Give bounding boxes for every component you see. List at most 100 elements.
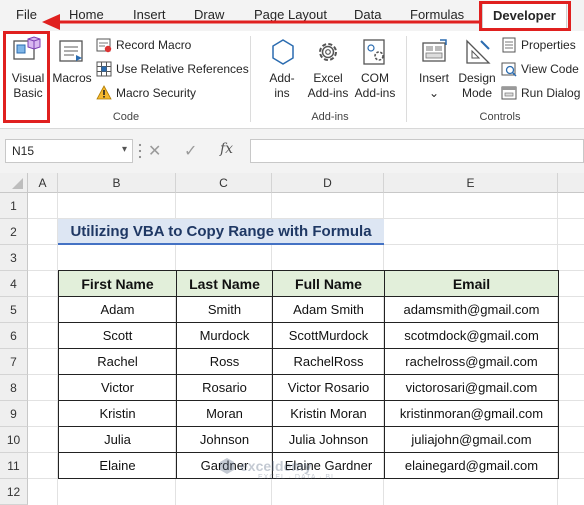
row-header-1[interactable]: 1 <box>0 193 28 219</box>
insert-control-label: Insert <box>418 71 449 85</box>
cell-first-name[interactable]: Victor <box>58 374 177 401</box>
data-table: First Name Last Name Full Name Email Ada… <box>58 270 559 479</box>
excel-addins-button[interactable]: Excel Add-ins <box>303 71 353 101</box>
cell-last-name[interactable]: Murdock <box>176 322 273 349</box>
cell-full-name[interactable]: Adam Smith <box>272 296 385 323</box>
properties-button[interactable]: Properties <box>501 34 576 56</box>
select-all-icon <box>12 178 23 189</box>
use-relative-references-label: Use Relative References <box>116 62 249 76</box>
cell-full-name[interactable]: Kristin Moran <box>272 400 385 427</box>
cell-email[interactable]: kristinmoran@gmail.com <box>384 400 559 427</box>
row-header-4[interactable]: 4 <box>0 271 28 297</box>
cell-first-name[interactable]: Kristin <box>58 400 177 427</box>
addins-button[interactable]: Add- ins <box>260 71 304 101</box>
table-row: Kristin Moran Kristin Moran kristinmoran… <box>58 400 559 427</box>
cell-full-name[interactable]: ScottMurdock <box>272 322 385 349</box>
cell-last-name[interactable]: Gardner <box>176 452 273 479</box>
cell-email[interactable]: rachelross@gmail.com <box>384 348 559 375</box>
addins-icon <box>268 37 298 72</box>
row-header-2[interactable]: 2 <box>0 219 28 245</box>
insert-function-icon[interactable]: fx <box>220 141 233 157</box>
warning-icon <box>96 85 112 100</box>
run-dialog-icon <box>501 86 517 100</box>
row-header-3[interactable]: 3 <box>0 245 28 271</box>
cell-full-name[interactable]: RachelRoss <box>272 348 385 375</box>
table-row: Victor Rosario Victor Rosario victorosar… <box>58 374 559 401</box>
name-box[interactable]: N15 ▾ <box>5 139 133 163</box>
header-first-name[interactable]: First Name <box>58 270 177 297</box>
column-header-d[interactable]: D <box>272 173 384 193</box>
view-code-button[interactable]: View Code <box>501 58 579 80</box>
select-all-corner[interactable] <box>0 173 28 193</box>
formula-input[interactable] <box>250 139 584 163</box>
cancel-icon[interactable]: ✕ <box>148 141 161 161</box>
header-email[interactable]: Email <box>384 270 559 297</box>
excel-window: File Home Insert Draw Page Layout Data F… <box>0 0 584 505</box>
column-header-a[interactable]: A <box>28 173 58 193</box>
record-macro-button[interactable]: Record Macro <box>96 34 191 56</box>
row-header-10[interactable]: 10 <box>0 427 28 453</box>
row-header-12[interactable]: 12 <box>0 479 28 505</box>
use-relative-references-button[interactable]: Use Relative References <box>96 58 249 80</box>
chevron-down-icon[interactable]: ▾ <box>122 144 127 155</box>
cell-last-name[interactable]: Smith <box>176 296 273 323</box>
cell-full-name[interactable]: Julia Johnson <box>272 426 385 453</box>
com-addins-button[interactable]: COM Add-ins <box>350 71 400 101</box>
column-header-e[interactable]: E <box>384 173 558 193</box>
ribbon-separator <box>250 36 251 122</box>
column-header-c[interactable]: C <box>176 173 272 193</box>
cell-full-name[interactable]: Victor Rosario <box>272 374 385 401</box>
gear-icon <box>313 37 343 72</box>
table-row: Rachel Ross RachelRoss rachelross@gmail.… <box>58 348 559 375</box>
design-mode-label-1: Design <box>458 71 496 85</box>
design-mode-label-2: Mode <box>461 86 493 100</box>
cell-first-name[interactable]: Rachel <box>58 348 177 375</box>
cell-first-name[interactable]: Julia <box>58 426 177 453</box>
formula-bar: N15 ▾ ✕ ✓ fx <box>0 129 584 173</box>
table-header-row: First Name Last Name Full Name Email <box>58 270 559 297</box>
addins-label-2: ins <box>274 86 290 100</box>
view-code-icon <box>501 62 517 77</box>
cell-last-name[interactable]: Moran <box>176 400 273 427</box>
macro-security-button[interactable]: Macro Security <box>96 82 196 104</box>
cell-last-name[interactable]: Rosario <box>176 374 273 401</box>
macros-button[interactable]: Macros <box>50 71 94 86</box>
sheet-title[interactable]: Utilizing VBA to Copy Range with Formula <box>58 219 384 245</box>
cell-email[interactable]: elainegard@gmail.com <box>384 452 559 479</box>
cell-first-name[interactable]: Elaine <box>58 452 177 479</box>
enter-icon[interactable]: ✓ <box>184 141 197 161</box>
com-addins-label-1: COM <box>361 71 389 85</box>
worksheet-grid[interactable]: A B C D E 1 2 3 4 5 6 7 8 9 10 11 12 Uti… <box>0 173 584 505</box>
cell-full-name[interactable]: Elaine Gardner <box>272 452 385 479</box>
insert-control-button[interactable]: Insert ⌄ <box>412 71 456 101</box>
record-macro-label: Record Macro <box>116 38 192 52</box>
design-mode-button[interactable]: Design Mode <box>455 71 499 101</box>
ribbon-separator <box>406 36 407 122</box>
cell-first-name[interactable]: Adam <box>58 296 177 323</box>
insert-controls-icon <box>420 37 450 72</box>
cell-email[interactable]: victorosari@gmail.com <box>384 374 559 401</box>
row-header-6[interactable]: 6 <box>0 323 28 349</box>
row-header-8[interactable]: 8 <box>0 375 28 401</box>
row-header-7[interactable]: 7 <box>0 349 28 375</box>
row-header-5[interactable]: 5 <box>0 297 28 323</box>
column-header-b[interactable]: B <box>58 173 176 193</box>
com-addins-label-2: Add-ins <box>354 86 396 100</box>
visual-basic-highlight <box>3 31 50 123</box>
tab-file[interactable]: File <box>16 7 37 22</box>
cell-email[interactable]: scotmdock@gmail.com <box>384 322 559 349</box>
drag-handle-icon[interactable] <box>138 142 142 160</box>
header-full-name[interactable]: Full Name <box>272 270 385 297</box>
column-header-f[interactable] <box>558 173 584 193</box>
cell-last-name[interactable]: Johnson <box>176 426 273 453</box>
run-dialog-button[interactable]: Run Dialog <box>501 82 580 104</box>
cell-email[interactable]: adamsmith@gmail.com <box>384 296 559 323</box>
cell-last-name[interactable]: Ross <box>176 348 273 375</box>
cell-email[interactable]: juliajohn@gmail.com <box>384 426 559 453</box>
macros-icon <box>58 37 86 70</box>
macro-security-label: Macro Security <box>116 86 197 100</box>
row-header-11[interactable]: 11 <box>0 453 28 479</box>
header-last-name[interactable]: Last Name <box>176 270 273 297</box>
row-header-9[interactable]: 9 <box>0 401 28 427</box>
cell-first-name[interactable]: Scott <box>58 322 177 349</box>
